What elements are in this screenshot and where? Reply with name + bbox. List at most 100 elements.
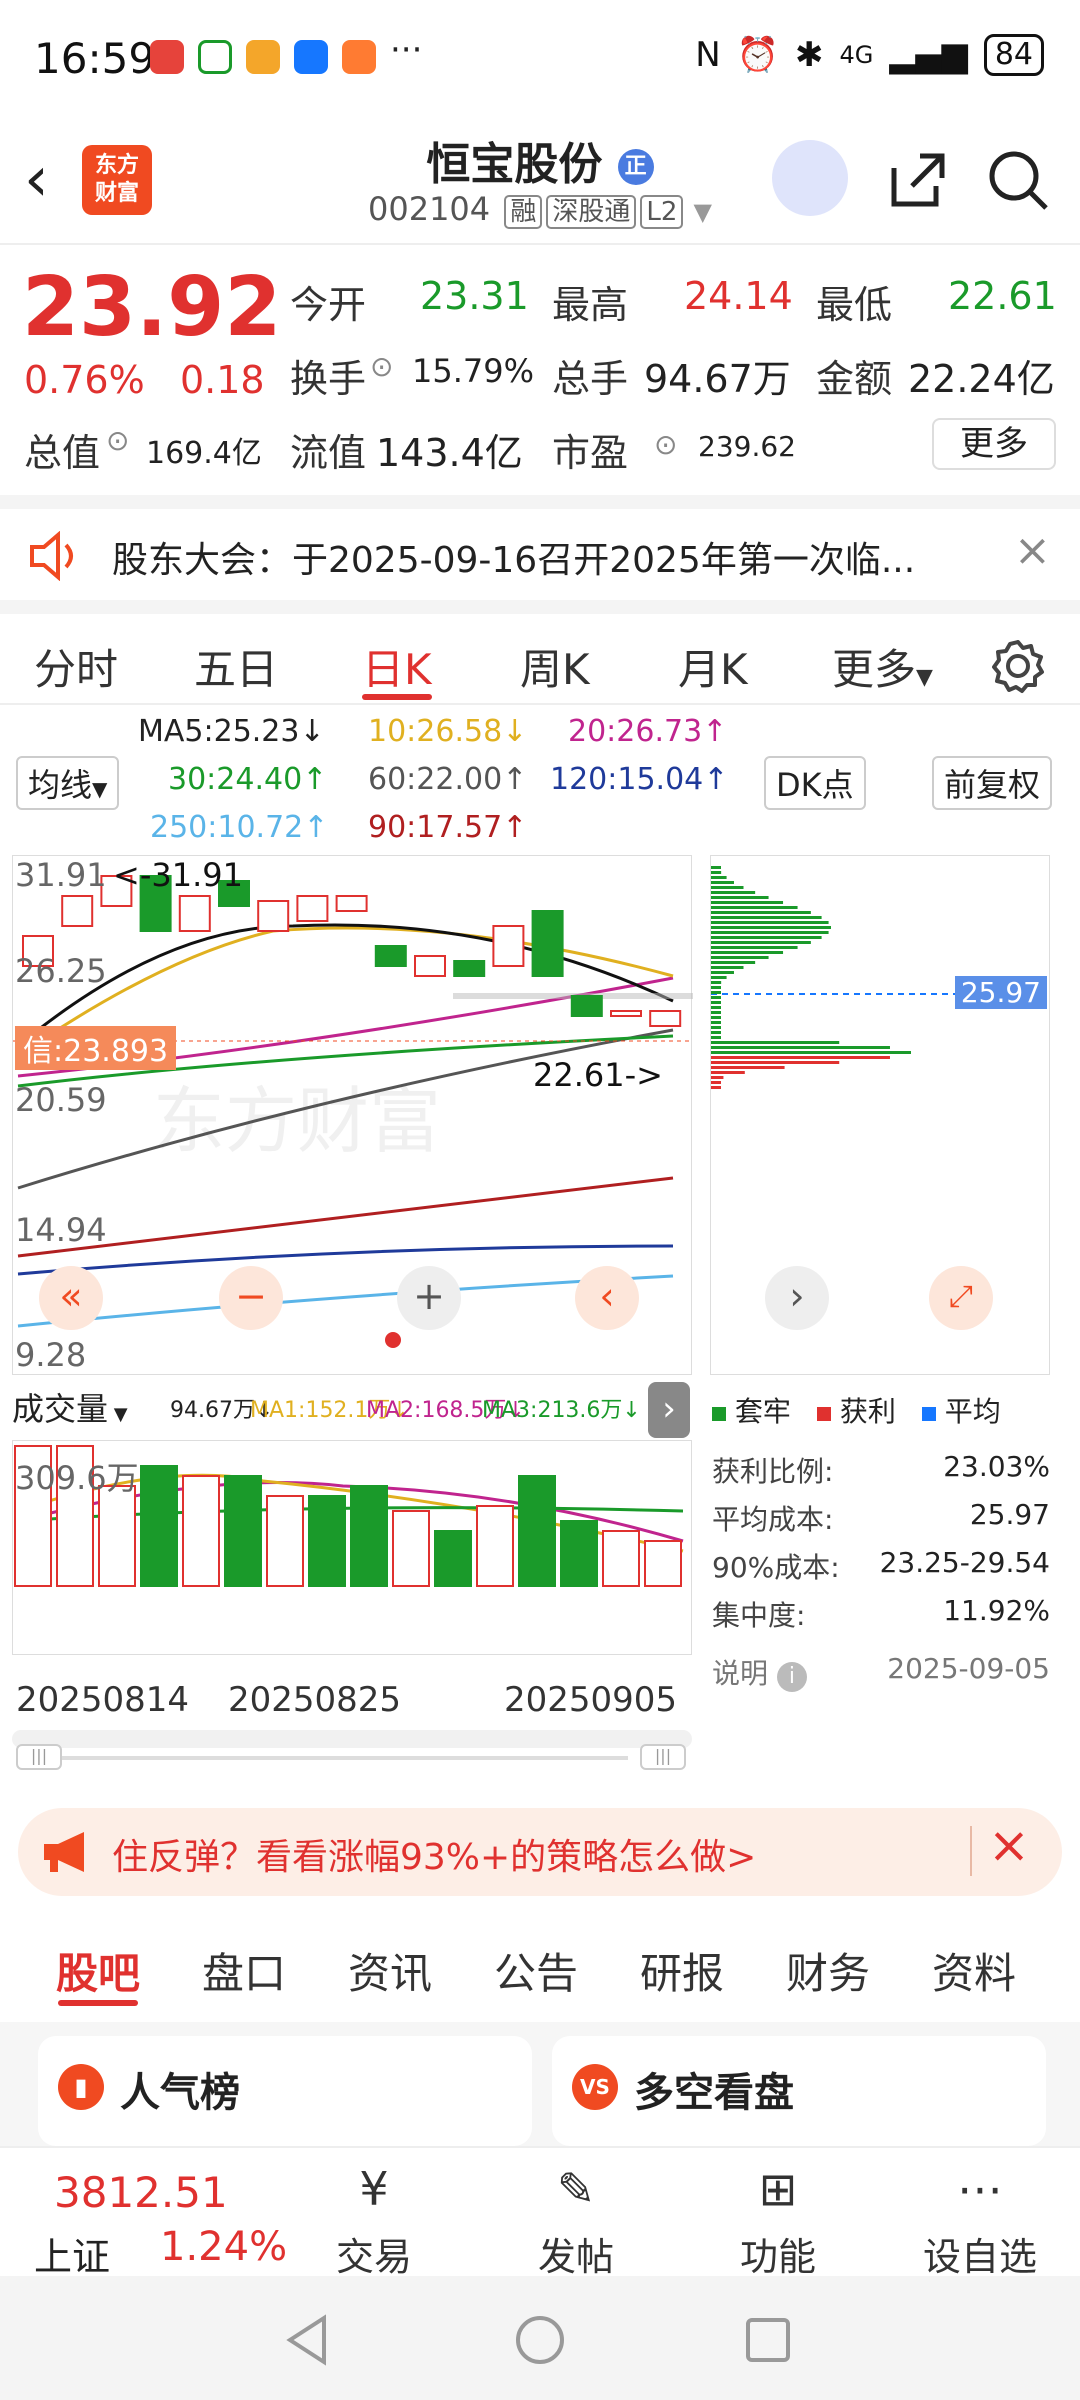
step-back-icon[interactable]: ‹ [575, 1266, 639, 1330]
expand-icon[interactable]: ⤢ [929, 1266, 993, 1330]
ma30-value: 30:24.40↑ [168, 762, 328, 797]
tab-order-book[interactable]: 盘口 [202, 1940, 286, 2001]
share-icon[interactable] [884, 146, 950, 212]
tab-intraday[interactable]: 分时 [34, 636, 118, 697]
post-edit-icon[interactable]: ✎ [506, 2162, 646, 2216]
chip-bar-trapped [711, 931, 829, 934]
chip-bar-trapped [711, 936, 822, 939]
range-track [18, 1756, 628, 1760]
promo-divider [970, 1826, 972, 1876]
tab-financials[interactable]: 财务 [786, 1940, 870, 2001]
info-icon[interactable]: ⊙ [370, 350, 393, 383]
nav-recents-icon[interactable] [744, 2316, 792, 2364]
functions-grid-icon[interactable]: ⊞ [708, 2162, 848, 2216]
chevron-down-icon[interactable]: ▼ [694, 198, 712, 226]
tab-daily-k[interactable]: 日K [362, 636, 432, 697]
mail-icon [246, 40, 280, 74]
turnover-label: 换手 [290, 357, 367, 401]
volume-bar [602, 1530, 640, 1587]
high-label: 最高 [552, 283, 629, 327]
tag-level2[interactable]: L2 [640, 195, 684, 229]
zoom-in-icon[interactable]: + [397, 1266, 461, 1330]
search-icon[interactable] [986, 148, 1050, 212]
chip-bar-trapped [711, 1011, 721, 1014]
promo-close-icon[interactable]: × [988, 1816, 1030, 1874]
chip-bar-trapped [711, 961, 756, 964]
expand-indicator-icon[interactable]: › [648, 1382, 690, 1438]
subtab-indicator [58, 2000, 138, 2006]
volume-bar [350, 1485, 388, 1587]
tab-forum[interactable]: 股吧 [56, 1940, 140, 2001]
tab-announcements[interactable]: 公告 [494, 1940, 578, 2001]
nav-back-icon[interactable] [284, 2314, 332, 2366]
zoom-out-icon[interactable]: − [219, 1266, 283, 1330]
notice-bar[interactable]: 股东大会：于2025-09-16召开2025年第一次临... × [0, 495, 1080, 600]
chip-bar-trapped [711, 866, 721, 869]
index-percent[interactable]: 1.24% [160, 2224, 287, 2270]
close-icon[interactable]: × [1014, 525, 1051, 576]
volume-bar [434, 1530, 472, 1587]
chip-distribution[interactable]: 25.97 › ⤢ [710, 855, 1051, 1375]
range-left-handle[interactable]: ||| [16, 1744, 62, 1770]
promo-banner[interactable]: 住反弹？看看涨幅93%+的策略怎么做> × [18, 1808, 1062, 1896]
robot-assistant-icon[interactable] [772, 140, 848, 216]
kline-chart[interactable]: 东方财富 31.91 <-31.91 26.25 信:23.893 20.59 … [12, 855, 693, 1375]
volume-selector[interactable]: 成交量 ▼ [12, 1384, 128, 1430]
chip-bar-profit [711, 1081, 721, 1084]
post-button[interactable]: 发帖 [506, 2226, 646, 2281]
trade-button[interactable]: 交易 [304, 2226, 444, 2281]
y-label-min: 9.28 [15, 1336, 87, 1374]
nfc-icon: N [695, 35, 721, 75]
dk-points-button[interactable]: DK点 [764, 756, 866, 810]
volume-chart[interactable]: 309.6万 [12, 1440, 692, 1655]
range-scrollbar[interactable] [12, 1730, 692, 1748]
tab-news[interactable]: 资讯 [348, 1940, 432, 2001]
xin-label: 信:23.893 [15, 1026, 177, 1070]
info-icon[interactable]: ⊙ [654, 428, 677, 461]
tab-more[interactable]: 更多▼ [832, 636, 933, 697]
stat-value: 23.03% [943, 1450, 1050, 1483]
index-name[interactable]: 上证 [34, 2226, 110, 2281]
functions-button[interactable]: 功能 [708, 2226, 848, 2281]
volume-bar [98, 1485, 136, 1587]
ma120-line [17, 1244, 674, 1276]
tab-monthly-k[interactable]: 月K [678, 636, 748, 697]
volume-bar [392, 1510, 430, 1587]
index-value[interactable]: 3812.51 [54, 2168, 228, 2217]
long-short-card[interactable]: VS 多空看盘 [552, 2036, 1046, 2146]
amount-label: 金额 [816, 357, 893, 401]
quote-panel: 23.92 0.76% 0.18 今开 23.31 最高 24.14 最低 22… [0, 250, 1080, 495]
more-dots-icon[interactable]: ⋯ [910, 2162, 1050, 2216]
volume-bar [518, 1475, 556, 1587]
chip-note[interactable]: 说明 i [712, 1652, 807, 1692]
add-watchlist-button[interactable]: 设自选 [900, 2226, 1060, 2281]
tab-profile[interactable]: 资料 [932, 1940, 1016, 2001]
nav-home-icon[interactable] [514, 2314, 566, 2366]
long-short-title: 多空看盘 [634, 2070, 794, 2116]
step-forward-icon[interactable]: › [765, 1266, 829, 1330]
ma-selector[interactable]: 均线▼ [16, 756, 120, 810]
volume-bar [560, 1520, 598, 1587]
verified-badge-icon: 正 [617, 149, 654, 185]
settings-gear-icon[interactable] [990, 638, 1046, 694]
date-label-1: 20250814 [16, 1680, 190, 1720]
range-right-handle[interactable]: ||| [640, 1744, 686, 1770]
trade-icon[interactable]: ¥ [304, 2162, 444, 2216]
float-value: 143.4亿 [376, 431, 523, 475]
pe-value: 239.62 [698, 430, 796, 463]
popularity-card[interactable]: ▮ 人气榜 [38, 2036, 532, 2146]
tab-weekly-k[interactable]: 周K [520, 636, 590, 697]
candle [61, 895, 94, 927]
speaker-icon [30, 531, 73, 581]
forward-adjust-button[interactable]: 前复权 [932, 756, 1053, 810]
info-icon[interactable]: ⊙ [106, 424, 129, 457]
tab-five-day[interactable]: 五日 [194, 636, 278, 697]
rewind-icon[interactable]: « [39, 1266, 103, 1330]
more-button[interactable]: 更多 [932, 418, 1056, 470]
date-label-3: 20250905 [504, 1680, 678, 1720]
chip-bar-trapped [711, 981, 722, 984]
tab-research[interactable]: 研报 [640, 1940, 724, 2001]
candle [335, 895, 368, 912]
open-label: 今开 [290, 283, 367, 327]
status-right: N ⏰ ✱ 4G ▂▄▆ 84 [695, 34, 1044, 76]
